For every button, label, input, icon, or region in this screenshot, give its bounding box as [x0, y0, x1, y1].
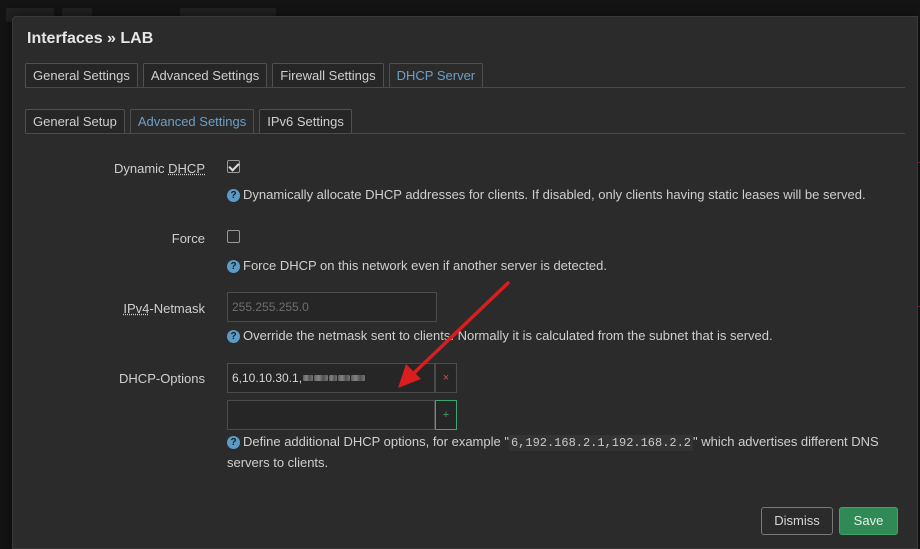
- tab-general-settings[interactable]: General Settings: [25, 63, 138, 88]
- dhcp-options-example-code: 6,192.168.2.1,192.168.2.2: [508, 435, 693, 451]
- dynamic-dhcp-help-text: Dynamically allocate DHCP addresses for …: [243, 187, 866, 202]
- help-icon: ?: [227, 330, 240, 343]
- force-help-text: Force DHCP on this network even if anoth…: [243, 258, 607, 273]
- dismiss-button[interactable]: Dismiss: [761, 507, 833, 535]
- dynamic-dhcp-help: ? Dynamically allocate DHCP addresses for…: [227, 185, 866, 205]
- redacted-text: [351, 375, 366, 381]
- sub-tabbar: General Setup Advanced Settings IPv6 Set…: [25, 109, 905, 134]
- dhcp-options-help: ? Define additional DHCP options, for exa…: [227, 432, 887, 473]
- interface-modal: Interfaces » LAB General Settings Advanc…: [12, 16, 918, 549]
- add-option-button[interactable]: +: [435, 400, 457, 430]
- dhcp-options-help-before: Define additional DHCP options, for exam…: [243, 434, 509, 449]
- tab-ipv6-settings[interactable]: IPv6 Settings: [259, 109, 352, 134]
- ipv4-netmask-help-text: Override the netmask sent to clients. No…: [243, 328, 773, 343]
- tab-dhcp-server[interactable]: DHCP Server: [388, 63, 484, 88]
- redacted-text: [303, 375, 314, 381]
- help-icon: ?: [227, 189, 240, 202]
- force-label: Force: [171, 231, 205, 246]
- redacted-text: [338, 375, 351, 381]
- tab-firewall-settings[interactable]: Firewall Settings: [272, 63, 384, 88]
- save-button[interactable]: Save: [839, 507, 898, 535]
- ipv4-netmask-label-suffix: -Netmask: [149, 301, 205, 316]
- dhcp-options-label: DHCP-Options: [119, 371, 205, 386]
- remove-option-button[interactable]: ×: [435, 363, 457, 393]
- tab-general-setup[interactable]: General Setup: [25, 109, 125, 134]
- force-help: ? Force DHCP on this network even if anot…: [227, 256, 607, 276]
- help-icon: ?: [227, 260, 240, 273]
- ipv4-netmask-label-abbr: IPv4: [123, 301, 150, 316]
- dhcp-option-entry-input[interactable]: 6,10.10.30.1,: [227, 363, 435, 393]
- ipv4-netmask-label: IPv4-Netmask: [123, 301, 205, 316]
- dynamic-dhcp-checkbox[interactable]: [227, 160, 240, 173]
- tab-advanced-settings[interactable]: Advanced Settings: [142, 63, 268, 88]
- help-icon: ?: [227, 436, 240, 449]
- redacted-text: [329, 375, 338, 381]
- add-icon: +: [442, 409, 450, 421]
- dhcp-option-entry-value: 6,10.10.30.1,: [232, 371, 303, 385]
- dynamic-dhcp-label: Dynamic DHCP: [114, 161, 205, 176]
- main-tabbar: General Settings Advanced Settings Firew…: [25, 63, 906, 88]
- redacted-text: [314, 375, 329, 381]
- ipv4-netmask-input[interactable]: 255.255.255.0: [227, 292, 437, 322]
- dhcp-option-new-input[interactable]: [227, 400, 435, 430]
- dynamic-dhcp-label-prefix: Dynamic: [113, 161, 169, 176]
- modal-title: Interfaces » LAB: [27, 30, 154, 47]
- tab-dhcp-advanced-settings[interactable]: Advanced Settings: [129, 109, 255, 134]
- ipv4-netmask-help: ? Override the netmask sent to clients. N…: [227, 326, 773, 346]
- force-checkbox[interactable]: [227, 230, 240, 243]
- dynamic-dhcp-label-abbr: DHCP: [168, 161, 205, 176]
- remove-icon: ×: [442, 372, 450, 384]
- ipv4-netmask-placeholder: 255.255.255.0: [232, 300, 309, 314]
